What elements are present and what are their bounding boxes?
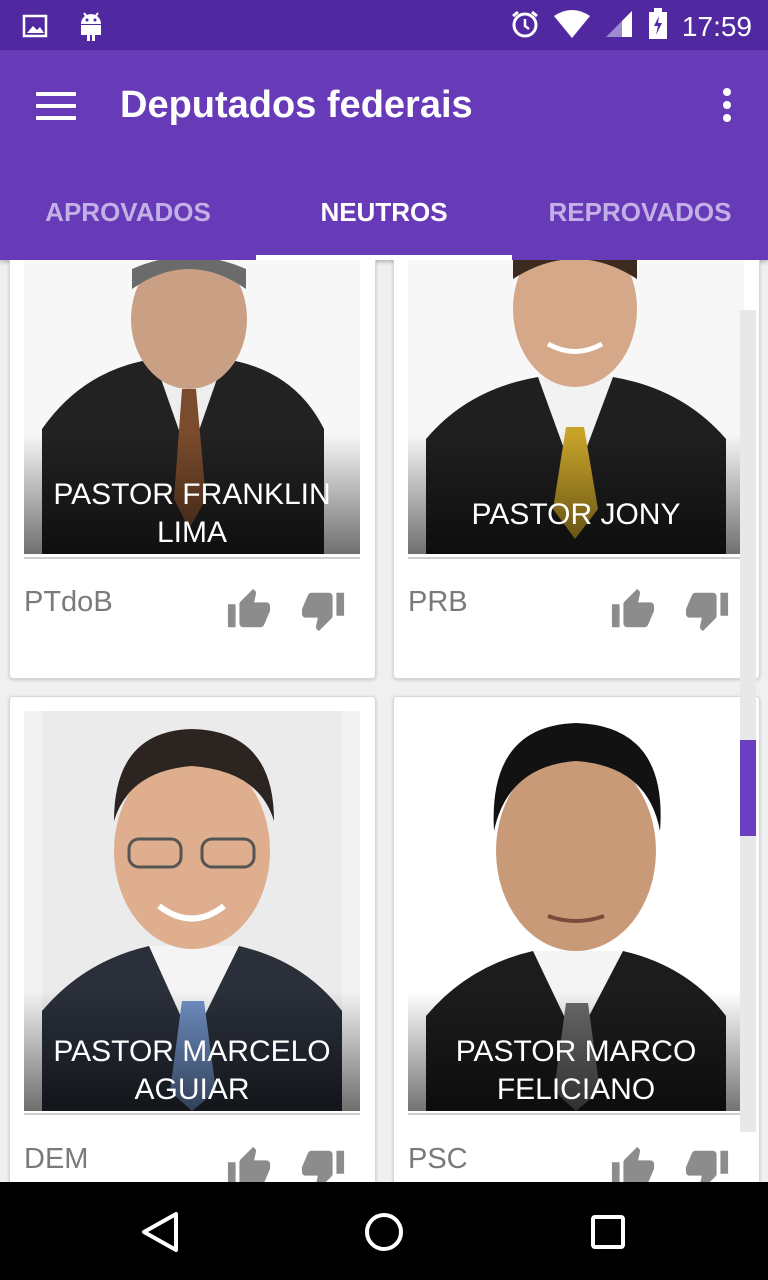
image-icon bbox=[22, 13, 48, 44]
back-button[interactable] bbox=[134, 1206, 186, 1258]
deputy-name: PASTOR JONY bbox=[471, 498, 681, 531]
thumbs-down-icon[interactable] bbox=[684, 1145, 730, 1182]
battery-icon bbox=[648, 8, 668, 45]
thumbs-down-icon[interactable] bbox=[300, 587, 346, 633]
thumbs-up-icon[interactable] bbox=[226, 587, 272, 633]
menu-icon-line bbox=[36, 104, 76, 108]
recents-button[interactable] bbox=[582, 1206, 634, 1258]
thumbs-up-icon[interactable] bbox=[610, 1145, 656, 1182]
scrollbar-track[interactable] bbox=[740, 310, 756, 1132]
tab-reprovados[interactable]: REPROVADOS bbox=[512, 170, 768, 260]
deputy-card[interactable]: PASTOR FRANKLIN LIMA PTdoB bbox=[9, 260, 376, 679]
tab-neutros[interactable]: NEUTROS bbox=[256, 170, 512, 260]
menu-icon-line bbox=[36, 116, 76, 120]
deputy-card[interactable]: PASTOR MARCELO AGUIAR DEM bbox=[9, 696, 376, 1182]
scrollbar-thumb[interactable] bbox=[740, 740, 756, 836]
menu-icon bbox=[36, 92, 76, 96]
home-icon bbox=[365, 1213, 403, 1251]
deputy-photo: PASTOR FRANKLIN LIMA bbox=[24, 260, 360, 554]
navigation-bar bbox=[0, 1182, 768, 1280]
deputy-card[interactable]: PASTOR MARCO FELICIANO PSC bbox=[393, 696, 760, 1182]
deputy-photo: PASTOR MARCELO AGUIAR bbox=[24, 711, 360, 1111]
back-icon bbox=[142, 1212, 178, 1252]
deputy-party: PRB bbox=[408, 586, 468, 618]
page-title: Deputados federais bbox=[120, 84, 473, 126]
status-time: 17:59 bbox=[681, 10, 752, 42]
signal-icon bbox=[604, 9, 634, 44]
divider bbox=[24, 557, 360, 559]
divider bbox=[408, 557, 744, 559]
home-button[interactable] bbox=[358, 1206, 410, 1258]
thumbs-down-icon[interactable] bbox=[684, 587, 730, 633]
divider bbox=[408, 1113, 744, 1115]
more-vert-icon-dot bbox=[723, 101, 731, 109]
deputy-card[interactable]: PASTOR JONY PRB bbox=[393, 260, 760, 679]
more-vert-icon bbox=[723, 88, 731, 96]
thumbs-down-icon[interactable] bbox=[300, 1145, 346, 1182]
alarm-icon bbox=[510, 9, 540, 44]
deputy-name: PASTOR MARCO FELICIANO bbox=[455, 1035, 697, 1106]
more-vert-icon-dot bbox=[723, 114, 731, 122]
overflow-menu-button[interactable] bbox=[720, 88, 734, 128]
status-bar: 17:59 bbox=[0, 0, 768, 50]
app-bar: Deputados federais APROVADOS NEUTROS REP… bbox=[0, 50, 768, 260]
divider bbox=[24, 1113, 360, 1115]
deputy-party: DEM bbox=[24, 1143, 89, 1175]
deputy-party: PSC bbox=[408, 1143, 468, 1175]
thumbs-up-icon[interactable] bbox=[226, 1145, 272, 1182]
deputy-party: PTdoB bbox=[24, 586, 113, 618]
menu-button[interactable] bbox=[36, 92, 76, 124]
photo-gradient bbox=[408, 434, 744, 554]
tab-bar: APROVADOS NEUTROS REPROVADOS bbox=[0, 170, 768, 260]
deputies-grid[interactable]: PASTOR FRANKLIN LIMA PTdoB PASTOR JONY P… bbox=[0, 260, 768, 1182]
deputy-photo: PASTOR JONY bbox=[408, 260, 744, 554]
deputy-name: PASTOR MARCELO AGUIAR bbox=[53, 1035, 331, 1106]
recents-icon bbox=[591, 1215, 625, 1249]
tab-aprovados[interactable]: APROVADOS bbox=[0, 170, 256, 260]
thumbs-up-icon[interactable] bbox=[610, 587, 656, 633]
deputy-photo: PASTOR MARCO FELICIANO bbox=[408, 711, 744, 1111]
deputy-name: PASTOR FRANKLIN LIMA bbox=[53, 478, 331, 549]
android-icon bbox=[78, 10, 104, 47]
wifi-icon bbox=[553, 10, 590, 43]
